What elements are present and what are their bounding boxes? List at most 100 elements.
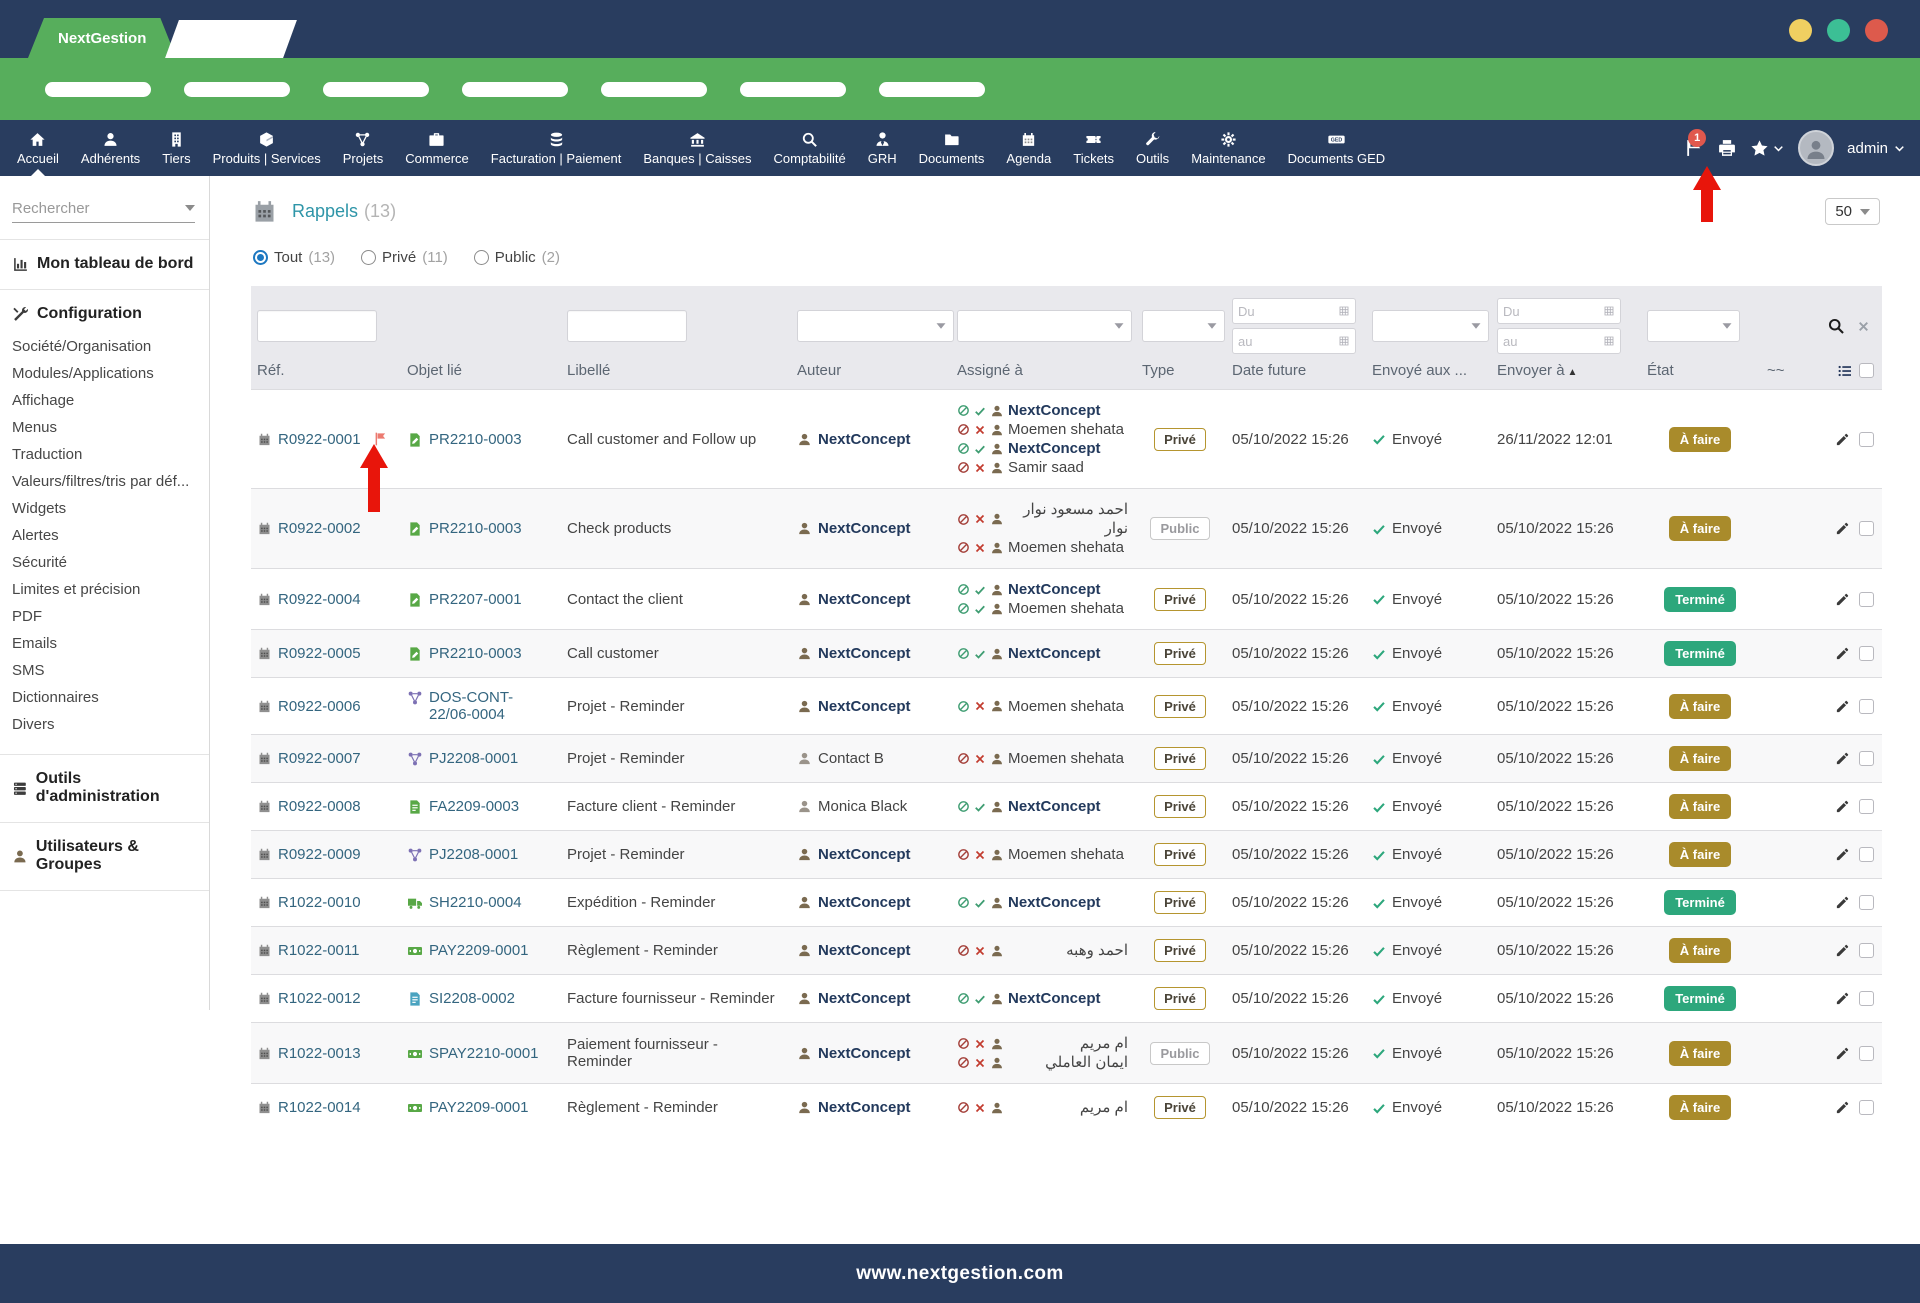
- row-checkbox[interactable]: [1859, 799, 1874, 814]
- sidebar-item[interactable]: Emails: [0, 630, 209, 657]
- filter-send-at-to[interactable]: au: [1497, 328, 1621, 354]
- edit-pencil-icon[interactable]: [1835, 799, 1850, 814]
- select-all-checkbox[interactable]: [1859, 363, 1874, 378]
- edit-pencil-icon[interactable]: [1835, 895, 1850, 910]
- sidebar-item[interactable]: Dictionnaires: [0, 684, 209, 711]
- row-checkbox[interactable]: [1859, 592, 1874, 607]
- filter-date-future-from[interactable]: Du: [1232, 298, 1356, 324]
- linked-object-link[interactable]: SH2210-0004: [429, 894, 522, 911]
- edit-pencil-icon[interactable]: [1835, 943, 1850, 958]
- reminder-ref-link[interactable]: R0922-0002: [278, 520, 361, 537]
- radio-option[interactable]: Tout (13): [253, 249, 335, 266]
- reminder-ref-link[interactable]: R0922-0006: [278, 698, 361, 715]
- reminder-ref-link[interactable]: R0922-0005: [278, 645, 361, 662]
- linked-object-link[interactable]: PR2210-0003: [429, 520, 522, 537]
- edit-pencil-icon[interactable]: [1835, 699, 1850, 714]
- row-checkbox[interactable]: [1859, 847, 1874, 862]
- col-header-send-at[interactable]: Envoyer à▲: [1491, 358, 1641, 390]
- filter-label-input[interactable]: [567, 310, 687, 342]
- linked-object-link[interactable]: DOS-CONT-22/06-0004: [429, 689, 553, 723]
- nav-item[interactable]: Facturation | Paiement: [480, 120, 633, 176]
- reminder-ref-link[interactable]: R1022-0010: [278, 894, 361, 911]
- edit-pencil-icon[interactable]: [1835, 646, 1850, 661]
- linked-object-link[interactable]: PAY2209-0001: [429, 942, 529, 959]
- radio-option[interactable]: Public (2): [474, 249, 560, 266]
- reminder-ref-link[interactable]: R1022-0012: [278, 990, 361, 1007]
- sidebar-item[interactable]: Sécurité: [0, 549, 209, 576]
- sidebar-item[interactable]: Alertes: [0, 522, 209, 549]
- linked-object-link[interactable]: SI2208-0002: [429, 990, 515, 1007]
- edit-pencil-icon[interactable]: [1835, 432, 1850, 447]
- sidebar-item-dashboard[interactable]: Mon tableau de bord: [0, 240, 209, 273]
- reminder-ref-link[interactable]: R0922-0004: [278, 591, 361, 608]
- sidebar-item[interactable]: Affichage: [0, 387, 209, 414]
- favorites-menu[interactable]: [1750, 139, 1785, 158]
- reminder-ref-link[interactable]: R1022-0011: [278, 942, 359, 959]
- window-control[interactable]: [1827, 19, 1850, 42]
- filter-type-select[interactable]: [1142, 310, 1225, 342]
- brand-logo[interactable]: NextGestion: [28, 18, 176, 58]
- reminder-ref-link[interactable]: R0922-0008: [278, 798, 361, 815]
- edit-pencil-icon[interactable]: [1835, 991, 1850, 1006]
- nav-item[interactable]: Banques | Caisses: [632, 120, 762, 176]
- row-checkbox[interactable]: [1859, 699, 1874, 714]
- nav-item[interactable]: Accueil: [6, 120, 70, 176]
- edit-pencil-icon[interactable]: [1835, 751, 1850, 766]
- nav-item[interactable]: Outils: [1125, 120, 1180, 176]
- filter-sent-select[interactable]: [1372, 310, 1489, 342]
- filter-assignee-select[interactable]: [957, 310, 1132, 342]
- linked-object-link[interactable]: SPAY2210-0001: [429, 1045, 539, 1062]
- nav-item[interactable]: Commerce: [394, 120, 480, 176]
- row-checkbox[interactable]: [1859, 646, 1874, 661]
- reminder-ref-link[interactable]: R0922-0001: [278, 431, 361, 448]
- sidebar-item[interactable]: SMS: [0, 657, 209, 684]
- notifications-flag-button[interactable]: 1: [1684, 137, 1704, 159]
- window-control[interactable]: [1789, 19, 1812, 42]
- nav-item[interactable]: Adhérents: [70, 120, 151, 176]
- edit-pencil-icon[interactable]: [1835, 1100, 1850, 1115]
- nav-item[interactable]: Produits | Services: [202, 120, 332, 176]
- col-header-object[interactable]: Objet lié: [401, 358, 561, 390]
- sidebar-section-users-groups[interactable]: Utilisateurs & Groupes: [0, 823, 209, 874]
- filter-date-future-to[interactable]: au: [1232, 328, 1356, 354]
- list-fields-icon[interactable]: [1837, 363, 1853, 379]
- reminder-ref-link[interactable]: R0922-0007: [278, 750, 361, 767]
- sidebar-item[interactable]: Divers: [0, 711, 209, 738]
- linked-object-link[interactable]: PR2207-0001: [429, 591, 522, 608]
- filter-ref-input[interactable]: [257, 310, 377, 342]
- sidebar-section-configuration[interactable]: Configuration: [0, 290, 209, 323]
- sidebar-item[interactable]: Valeurs/filtres/tris par déf...: [0, 468, 209, 495]
- page-size-select[interactable]: 50: [1825, 198, 1880, 225]
- nav-item[interactable]: Tiers: [151, 120, 201, 176]
- row-checkbox[interactable]: [1859, 432, 1874, 447]
- sidebar-item[interactable]: Société/Organisation: [0, 333, 209, 360]
- row-checkbox[interactable]: [1859, 1046, 1874, 1061]
- col-header-label[interactable]: Libellé: [561, 358, 791, 390]
- edit-pencil-icon[interactable]: [1835, 847, 1850, 862]
- col-header-author[interactable]: Auteur: [791, 358, 951, 390]
- col-header-assignee[interactable]: Assigné à: [951, 358, 1136, 390]
- sidebar-section-admin-tools[interactable]: Outils d'administration: [0, 755, 209, 806]
- nav-item[interactable]: GED Documents GED: [1277, 120, 1397, 176]
- reminder-ref-link[interactable]: R1022-0014: [278, 1099, 361, 1116]
- clear-filters-icon[interactable]: [1857, 320, 1870, 333]
- row-checkbox[interactable]: [1859, 1100, 1874, 1115]
- linked-object-link[interactable]: PAY2209-0001: [429, 1099, 529, 1116]
- edit-pencil-icon[interactable]: [1835, 521, 1850, 536]
- col-header-sent[interactable]: Envoyé aux ...: [1366, 358, 1491, 390]
- linked-object-link[interactable]: PJ2208-0001: [429, 846, 518, 863]
- printer-icon[interactable]: [1717, 138, 1737, 158]
- col-header-ref[interactable]: Réf.: [251, 358, 401, 390]
- filter-state-select[interactable]: [1647, 310, 1740, 342]
- nav-item[interactable]: Maintenance: [1180, 120, 1276, 176]
- reminder-ref-link[interactable]: R1022-0013: [278, 1045, 361, 1062]
- col-header-type[interactable]: Type: [1136, 358, 1226, 390]
- row-checkbox[interactable]: [1859, 751, 1874, 766]
- edit-pencil-icon[interactable]: [1835, 592, 1850, 607]
- linked-object-link[interactable]: FA2209-0003: [429, 798, 519, 815]
- window-control[interactable]: [1865, 19, 1888, 42]
- edit-pencil-icon[interactable]: [1835, 1046, 1850, 1061]
- sidebar-item[interactable]: PDF: [0, 603, 209, 630]
- sidebar-item[interactable]: Modules/Applications: [0, 360, 209, 387]
- sidebar-item[interactable]: Menus: [0, 414, 209, 441]
